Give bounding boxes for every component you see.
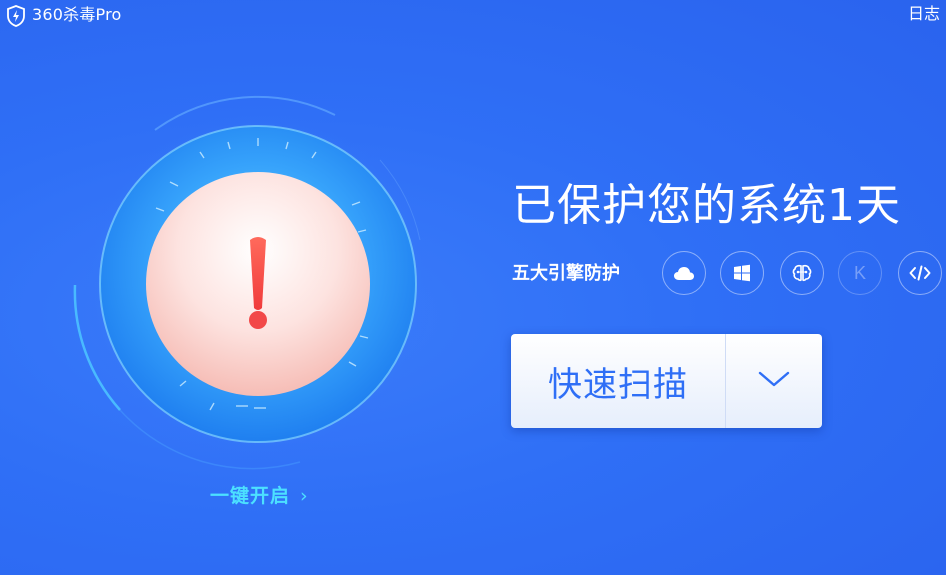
quick-scan-button[interactable]: 快速扫描 bbox=[511, 334, 725, 428]
cloud-icon bbox=[673, 265, 695, 281]
engine-code-button[interactable] bbox=[898, 251, 942, 295]
windows-icon bbox=[733, 264, 751, 282]
k-engine-icon: K bbox=[853, 262, 866, 283]
engine-windows-button[interactable] bbox=[720, 251, 764, 295]
chevron-right-icon: › bbox=[300, 485, 309, 507]
scan-options-dropdown[interactable] bbox=[726, 334, 822, 428]
log-button[interactable]: 日志 bbox=[908, 4, 940, 24]
engines-label: 五大引擎防护 bbox=[512, 263, 620, 284]
one-click-enable-link[interactable]: 一键开启 › bbox=[210, 484, 309, 508]
scan-button-group: 快速扫描 bbox=[511, 334, 822, 428]
shield-logo-icon bbox=[6, 5, 26, 27]
one-click-label: 一键开启 bbox=[210, 485, 291, 507]
app-title: 360杀毒Pro bbox=[32, 5, 122, 24]
protection-dial bbox=[60, 90, 440, 470]
engine-k-button[interactable]: K bbox=[838, 251, 882, 295]
engine-ai-button[interactable] bbox=[780, 251, 824, 295]
brain-icon bbox=[792, 264, 812, 282]
chevron-down-icon bbox=[758, 370, 790, 392]
protection-status-title: 已保护您的系统1天 bbox=[512, 180, 901, 231]
title-bar: 360杀毒Pro 日志 bbox=[0, 0, 946, 32]
engine-cloud-button[interactable] bbox=[662, 251, 706, 295]
code-icon bbox=[909, 265, 931, 281]
